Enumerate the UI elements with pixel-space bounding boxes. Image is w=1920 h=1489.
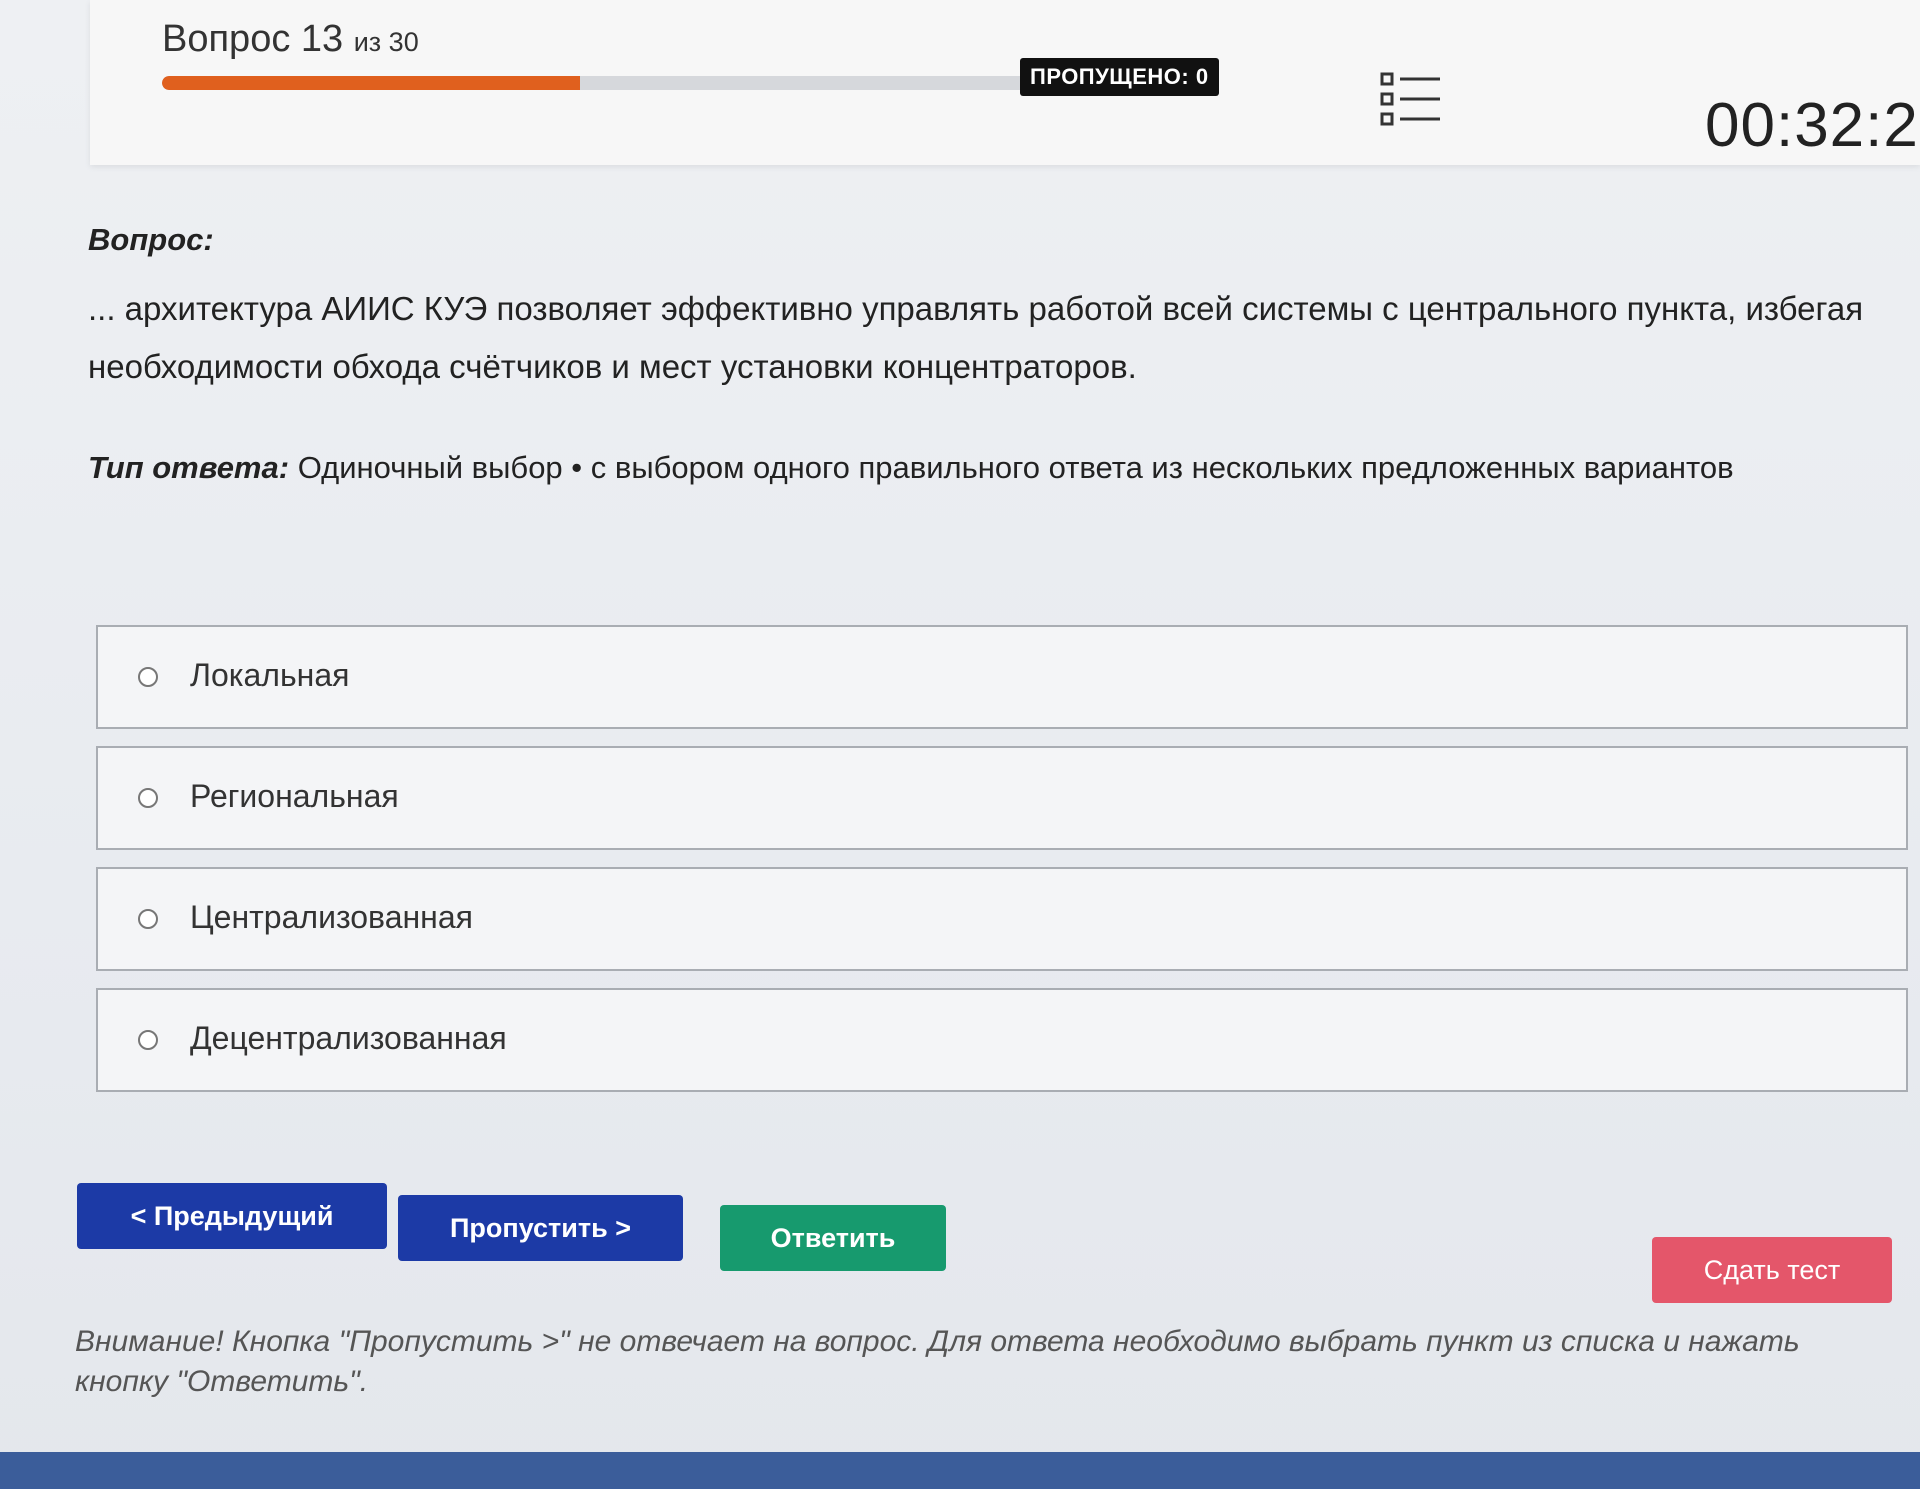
question-counter-current: Вопрос 13 bbox=[162, 18, 344, 60]
option-label: Локальная bbox=[190, 657, 350, 693]
option-regionalnaya[interactable]: Региональная bbox=[96, 746, 1908, 850]
quiz-page: Вопрос 13 из 30 ПРОПУЩЕНО: 0 00:32:23 Во… bbox=[0, 0, 1920, 1489]
question-counter: Вопрос 13 из 30 bbox=[162, 18, 419, 61]
submit-test-button[interactable]: Сдать тест bbox=[1652, 1237, 1892, 1303]
radio-button[interactable] bbox=[138, 788, 158, 808]
radio-button[interactable] bbox=[138, 909, 158, 929]
timer: 00:32:23 bbox=[1705, 91, 1920, 160]
answer-type: Тип ответа: Одиночный выбор • с выбором … bbox=[88, 450, 1888, 486]
option-centralizovannaya[interactable]: Централизованная bbox=[96, 867, 1908, 971]
option-decentralizovannaya[interactable]: Децентрализованная bbox=[96, 988, 1908, 1092]
radio-button[interactable] bbox=[138, 1030, 158, 1050]
question-label: Вопрос: bbox=[88, 222, 214, 257]
option-label: Централизованная bbox=[190, 899, 473, 935]
quiz-header: Вопрос 13 из 30 ПРОПУЩЕНО: 0 00:32:23 bbox=[90, 0, 1920, 165]
footer-strip bbox=[0, 1452, 1920, 1489]
option-lokalnaya[interactable]: Локальная bbox=[96, 625, 1908, 729]
list-icon[interactable] bbox=[1380, 70, 1442, 130]
radio-button[interactable] bbox=[138, 667, 158, 687]
skip-button[interactable]: Пропустить > bbox=[398, 1195, 683, 1261]
answer-type-label: Тип ответа: bbox=[88, 450, 290, 485]
option-label: Децентрализованная bbox=[190, 1020, 507, 1056]
option-label: Региональная bbox=[190, 778, 399, 814]
progress-bar-fill bbox=[162, 76, 581, 90]
warning-note: Внимание! Кнопка "Пропустить >" не отвеч… bbox=[75, 1325, 1800, 1398]
skipped-badge: ПРОПУЩЕНО: 0 bbox=[1020, 58, 1219, 96]
answer-button[interactable]: Ответить bbox=[720, 1205, 946, 1271]
previous-button[interactable]: < Предыдущий bbox=[77, 1183, 387, 1249]
question-counter-total: из 30 bbox=[353, 27, 419, 57]
question-text: ... архитектура АИИС КУЭ позволяет эффек… bbox=[88, 290, 1864, 385]
answer-options: Локальная Региональная Централизованная … bbox=[96, 625, 1908, 1109]
answer-type-value: Одиночный выбор • с выбором одного прави… bbox=[297, 450, 1734, 485]
